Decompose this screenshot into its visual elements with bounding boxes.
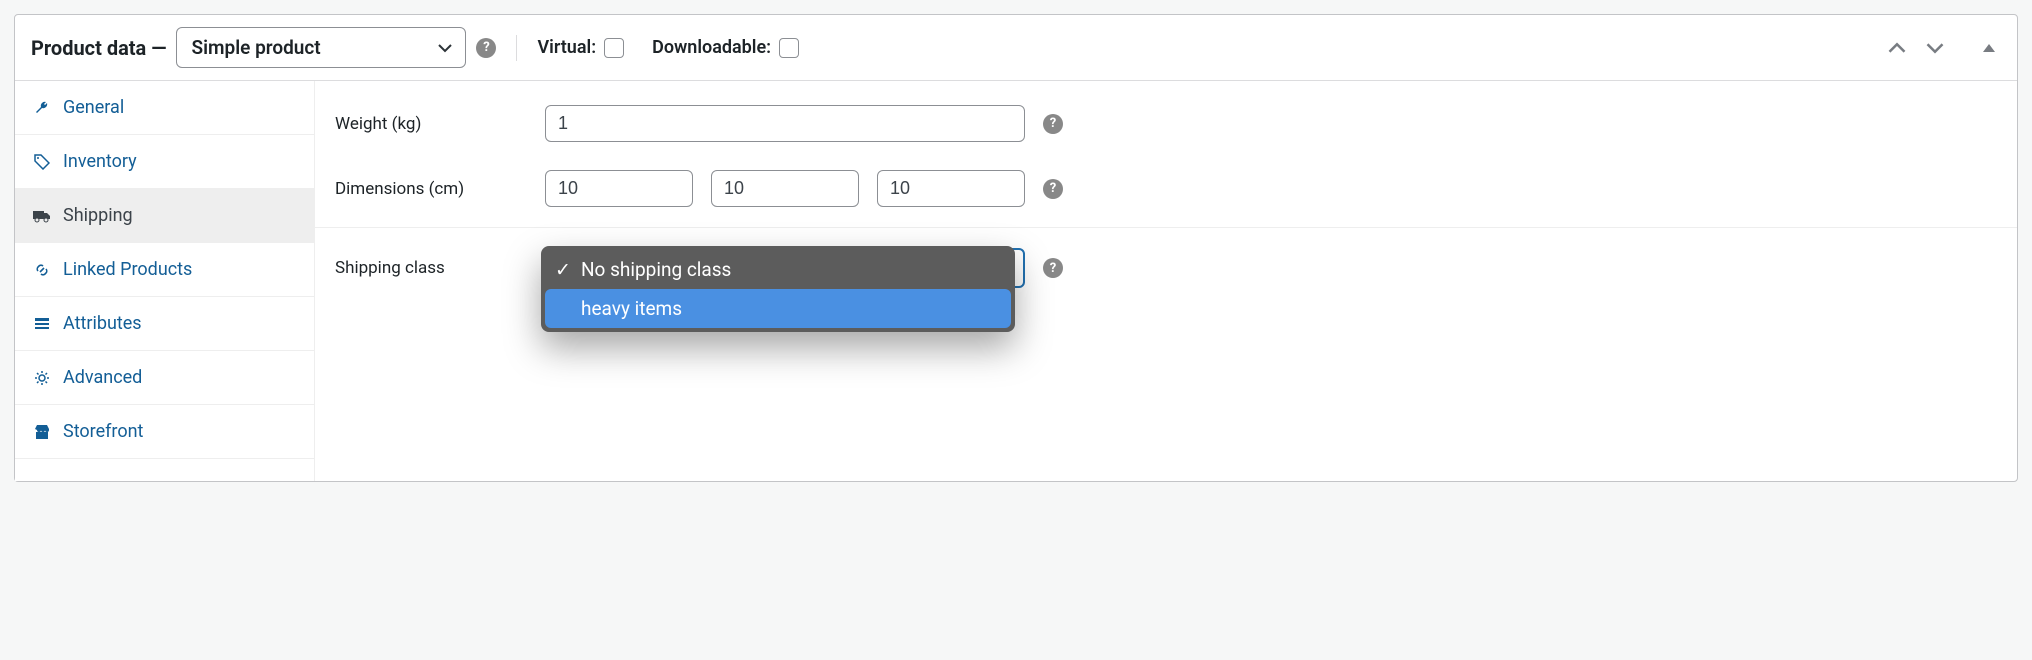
row-divider — [315, 227, 2017, 228]
shipping-class-row: Shipping class ✓ No shipping class heavy… — [315, 234, 2017, 302]
dropdown-option-no-shipping-class[interactable]: ✓ No shipping class — [545, 250, 1011, 289]
virtual-checkbox[interactable] — [604, 38, 624, 58]
sidebar-item-label: Attributes — [63, 313, 142, 334]
sidebar-item-inventory[interactable]: Inventory — [15, 135, 314, 189]
shipping-class-dropdown: ✓ No shipping class heavy items — [541, 246, 1015, 332]
gear-icon — [33, 369, 51, 387]
dropdown-option-heavy-items[interactable]: heavy items — [545, 289, 1011, 328]
sidebar-item-storefront[interactable]: Storefront — [15, 405, 314, 459]
dropdown-option-label: heavy items — [581, 297, 682, 320]
weight-help-icon[interactable]: ? — [1043, 114, 1063, 134]
panel-title: Product data — — [31, 36, 166, 60]
dimensions-row: Dimensions (cm) ? — [315, 156, 2017, 221]
sidebar-item-label: Storefront — [63, 421, 143, 442]
downloadable-toggle: Downloadable: — [652, 37, 799, 58]
list-icon — [33, 315, 51, 333]
sidebar-item-label: Advanced — [63, 367, 142, 388]
length-input[interactable] — [545, 170, 693, 207]
check-icon: ✓ — [555, 258, 571, 281]
product-data-tabs: General Inventory Shipping Linked Produc… — [15, 81, 315, 481]
sidebar-item-advanced[interactable]: Advanced — [15, 351, 314, 405]
virtual-toggle: Virtual: — [537, 37, 624, 58]
sidebar-item-shipping[interactable]: Shipping — [15, 189, 314, 243]
tag-icon — [33, 153, 51, 171]
move-up-button[interactable] — [1883, 34, 1911, 62]
sidebar-item-linked-products[interactable]: Linked Products — [15, 243, 314, 297]
shipping-class-label: Shipping class — [335, 258, 525, 278]
store-icon — [33, 423, 51, 441]
collapse-toggle-icon[interactable] — [1977, 36, 2001, 60]
width-input[interactable] — [711, 170, 859, 207]
move-down-button[interactable] — [1921, 34, 1949, 62]
weight-row: Weight (kg) ? — [315, 91, 2017, 156]
wrench-icon — [33, 99, 51, 117]
product-type-select[interactable]: Simple product — [176, 27, 466, 68]
height-input[interactable] — [877, 170, 1025, 207]
link-icon — [33, 261, 51, 279]
virtual-label: Virtual: — [537, 37, 596, 58]
shipping-tab-content: Weight (kg) ? Dimensions (cm) ? Shipping… — [315, 81, 2017, 481]
sidebar-item-label: General — [63, 97, 124, 118]
product-type-help-icon[interactable]: ? — [476, 38, 496, 58]
sidebar-item-label: Inventory — [63, 151, 137, 172]
dropdown-option-label: No shipping class — [581, 258, 731, 281]
sidebar-item-general[interactable]: General — [15, 81, 314, 135]
truck-icon — [33, 207, 51, 225]
weight-input[interactable] — [545, 105, 1025, 142]
sidebar-item-attributes[interactable]: Attributes — [15, 297, 314, 351]
shipping-class-help-icon[interactable]: ? — [1043, 258, 1063, 278]
chevron-down-icon — [437, 40, 453, 56]
downloadable-checkbox[interactable] — [779, 38, 799, 58]
dimensions-help-icon[interactable]: ? — [1043, 179, 1063, 199]
downloadable-label: Downloadable: — [652, 37, 771, 58]
header-divider — [516, 35, 517, 61]
dimensions-label: Dimensions (cm) — [335, 179, 525, 199]
product-type-value: Simple product — [191, 36, 320, 59]
product-data-header: Product data — Simple product ? Virtual:… — [15, 15, 2017, 81]
weight-label: Weight (kg) — [335, 114, 525, 134]
panel-body: General Inventory Shipping Linked Produc… — [15, 81, 2017, 481]
sidebar-item-label: Shipping — [63, 205, 133, 226]
product-data-panel: Product data — Simple product ? Virtual:… — [14, 14, 2018, 482]
sidebar-item-label: Linked Products — [63, 259, 192, 280]
shipping-class-select[interactable]: ✓ No shipping class heavy items — [545, 248, 1025, 288]
